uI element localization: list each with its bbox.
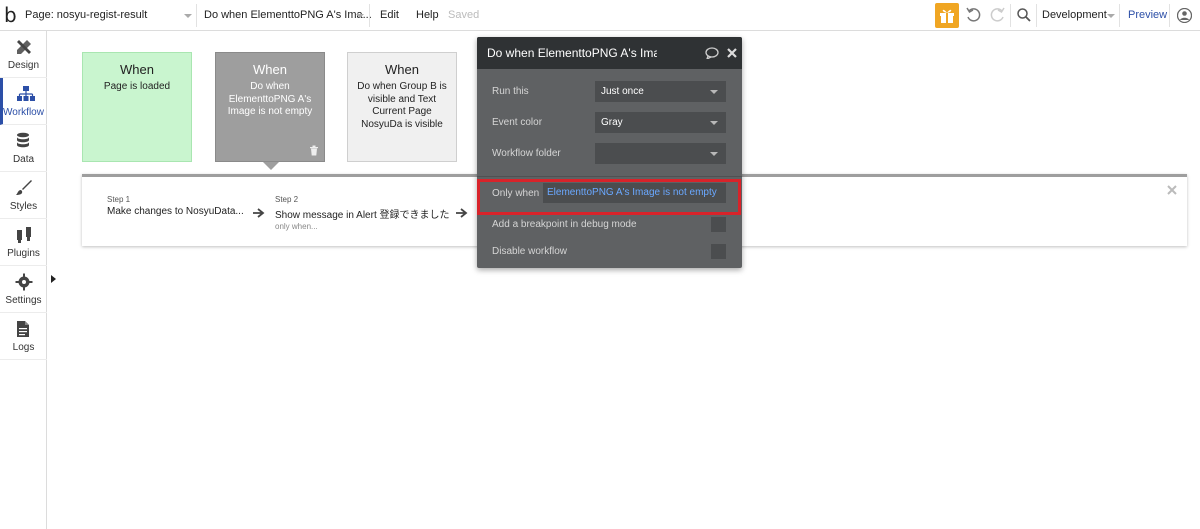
event-card-page-loaded[interactable]: When Page is loaded <box>82 52 192 162</box>
event-when-label: When <box>385 62 419 77</box>
account-avatar-icon[interactable] <box>1177 8 1192 23</box>
brush-icon <box>16 180 32 195</box>
environment-selector[interactable]: Development <box>1042 0 1107 31</box>
step-number: Step 1 <box>107 195 131 204</box>
workflow-selector-chevron-down-icon[interactable] <box>356 14 364 18</box>
page-selector-chevron-down-icon[interactable] <box>184 14 192 18</box>
step-number: Step 2 <box>275 195 299 204</box>
divider <box>1036 4 1037 27</box>
run-this-select[interactable]: Just once <box>595 81 726 102</box>
close-icon[interactable] <box>727 48 737 58</box>
design-tools-icon <box>17 40 31 54</box>
run-this-label: Run this <box>492 86 529 97</box>
sidebar-item-label: Data <box>12 154 35 165</box>
preview-button[interactable]: Preview <box>1128 0 1167 31</box>
document-icon <box>17 321 29 337</box>
workflow-property-panel: Do when ElementtoPNG A's Image Run this … <box>477 37 742 268</box>
arrow-right-icon <box>456 208 468 218</box>
step-title: Show message in Alert 登録できました <box>275 210 450 221</box>
sidebar-item-label: Styles <box>9 201 38 212</box>
breakpoint-label: Add a breakpoint in debug mode <box>492 219 637 230</box>
run-this-value: Just once <box>601 86 644 97</box>
sidebar-item-label: Design <box>7 60 40 71</box>
event-color-select[interactable]: Gray <box>595 112 726 133</box>
event-description: Page is loaded <box>103 81 171 92</box>
divider <box>196 4 197 27</box>
top-bar: b Page: nosyu-regist-result Do when Elem… <box>0 0 1200 31</box>
sidebar-item-logs[interactable]: Logs <box>0 313 47 360</box>
divider <box>1169 4 1170 27</box>
gift-button[interactable] <box>935 3 959 28</box>
sidebar-item-label: Workflow <box>3 107 44 118</box>
workflow-folder-select[interactable] <box>595 143 726 164</box>
panel-title: Do when ElementtoPNG A's Image <box>487 46 657 60</box>
panel-header[interactable]: Do when ElementtoPNG A's Image <box>477 37 742 69</box>
comment-icon[interactable] <box>705 47 719 59</box>
sidebar-expand-arrow-icon[interactable] <box>51 275 56 283</box>
event-description: Do when ElementtoPNG A's Image is not em… <box>227 81 313 117</box>
chevron-down-icon <box>710 90 718 94</box>
sidebar-item-workflow[interactable]: Workflow <box>0 78 47 125</box>
page-selector[interactable]: Page: nosyu-regist-result <box>25 0 147 31</box>
sidebar-item-design[interactable]: Design <box>0 31 47 78</box>
chevron-down-icon <box>710 152 718 156</box>
workflow-folder-label: Workflow folder <box>492 148 561 159</box>
undo-icon[interactable] <box>965 7 981 23</box>
plug-icon <box>17 227 31 243</box>
sidebar-item-label: Logs <box>12 342 35 353</box>
event-card-group-b[interactable]: When Do when Group B is visible and Text… <box>347 52 457 162</box>
step-title: Make changes to NosyuData... <box>107 206 244 217</box>
left-sidebar: Design Workflow Data Styles Plugins Sett… <box>0 31 47 529</box>
only-when-highlight-box <box>477 179 741 215</box>
workflow-icon <box>17 86 35 101</box>
edit-menu[interactable]: Edit <box>380 0 399 31</box>
panel-divider <box>477 176 742 177</box>
selected-event-pointer <box>263 162 279 170</box>
chevron-down-icon <box>710 121 718 125</box>
disable-workflow-label: Disable workflow <box>492 246 568 257</box>
event-when-label: When <box>253 62 287 77</box>
redo-icon[interactable] <box>990 7 1006 23</box>
environment-chevron-down-icon[interactable] <box>1107 14 1115 18</box>
breakpoint-checkbox[interactable] <box>711 217 726 232</box>
divider <box>1119 4 1120 27</box>
database-icon <box>17 132 29 148</box>
event-description: Do when Group B is visible and Text Curr… <box>357 81 447 130</box>
workflow-selector[interactable]: Do when ElementtoPNG A's Ima... <box>204 0 372 31</box>
divider <box>369 4 370 27</box>
gift-icon <box>940 9 954 23</box>
search-icon[interactable] <box>1016 7 1032 23</box>
sidebar-item-data[interactable]: Data <box>0 125 47 172</box>
trash-icon[interactable] <box>309 145 319 156</box>
sidebar-item-label: Plugins <box>7 248 40 259</box>
event-when-label: When <box>120 62 154 77</box>
gear-icon <box>15 273 33 291</box>
step-condition: only when... <box>275 222 318 231</box>
event-card-elementtopng[interactable]: When Do when ElementtoPNG A's Image is n… <box>215 52 325 162</box>
event-color-label: Event color <box>492 117 543 128</box>
disable-workflow-checkbox[interactable] <box>711 244 726 259</box>
step-1[interactable]: Step 1 Make changes to NosyuData... <box>107 195 244 217</box>
sidebar-item-plugins[interactable]: Plugins <box>0 219 47 266</box>
event-color-value: Gray <box>601 117 623 128</box>
sidebar-item-styles[interactable]: Styles <box>0 172 47 219</box>
saved-status: Saved <box>448 9 480 21</box>
step-2[interactable]: Step 2 Show message in Alert 登録できました onl… <box>275 195 450 231</box>
bubble-logo[interactable]: b <box>4 3 20 27</box>
divider <box>1010 4 1011 27</box>
close-icon[interactable] <box>1167 185 1177 195</box>
arrow-right-icon <box>253 208 265 218</box>
sidebar-item-settings[interactable]: Settings <box>0 266 47 313</box>
help-menu[interactable]: Help <box>416 0 439 31</box>
sidebar-item-label: Settings <box>5 295 42 306</box>
